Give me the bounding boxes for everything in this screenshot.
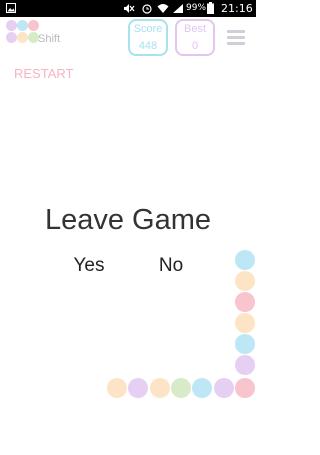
clock-time: 21:16 <box>221 2 253 15</box>
dialog-title: Leave Game <box>44 204 212 236</box>
mute-icon <box>124 4 135 13</box>
logo-dot <box>6 20 17 31</box>
app-logo <box>2 20 39 56</box>
board-tile[interactable] <box>235 250 255 270</box>
board-tile[interactable] <box>235 313 255 333</box>
hamburger-menu-icon[interactable] <box>227 30 245 46</box>
board-tile[interactable] <box>234 378 255 398</box>
board-tile[interactable] <box>149 378 170 398</box>
board-tile[interactable] <box>235 292 255 312</box>
board-tile[interactable] <box>128 378 149 398</box>
signal-icon <box>173 4 183 13</box>
board-tile[interactable] <box>235 271 255 291</box>
board-tile[interactable] <box>213 378 234 398</box>
alarm-icon <box>142 4 152 14</box>
score-value: 448 <box>138 40 158 52</box>
logo-dot <box>28 20 39 31</box>
app-title: Shift <box>38 33 61 45</box>
restart-button[interactable]: RESTART <box>14 66 73 82</box>
logo-dot <box>6 32 17 43</box>
wifi-icon <box>157 4 169 13</box>
best-score-box: Best 0 <box>175 19 215 56</box>
best-label: Best <box>183 23 206 35</box>
logo-dot <box>17 20 28 31</box>
status-bar: 99% 21:16 <box>0 0 256 17</box>
board-tile[interactable] <box>235 334 255 354</box>
no-button[interactable]: No <box>150 255 192 277</box>
board-tile[interactable] <box>107 378 127 398</box>
battery-percent: 99% <box>186 3 207 13</box>
yes-button[interactable]: Yes <box>68 255 110 277</box>
board-tile[interactable] <box>170 378 191 398</box>
battery-icon <box>207 2 214 14</box>
score-label: Score <box>133 23 163 35</box>
best-value: 0 <box>191 40 199 52</box>
board-tile[interactable] <box>235 355 255 375</box>
logo-dot <box>17 32 28 43</box>
score-box: Score 448 <box>128 19 168 56</box>
image-icon <box>6 3 16 13</box>
board-tile[interactable] <box>192 378 213 398</box>
